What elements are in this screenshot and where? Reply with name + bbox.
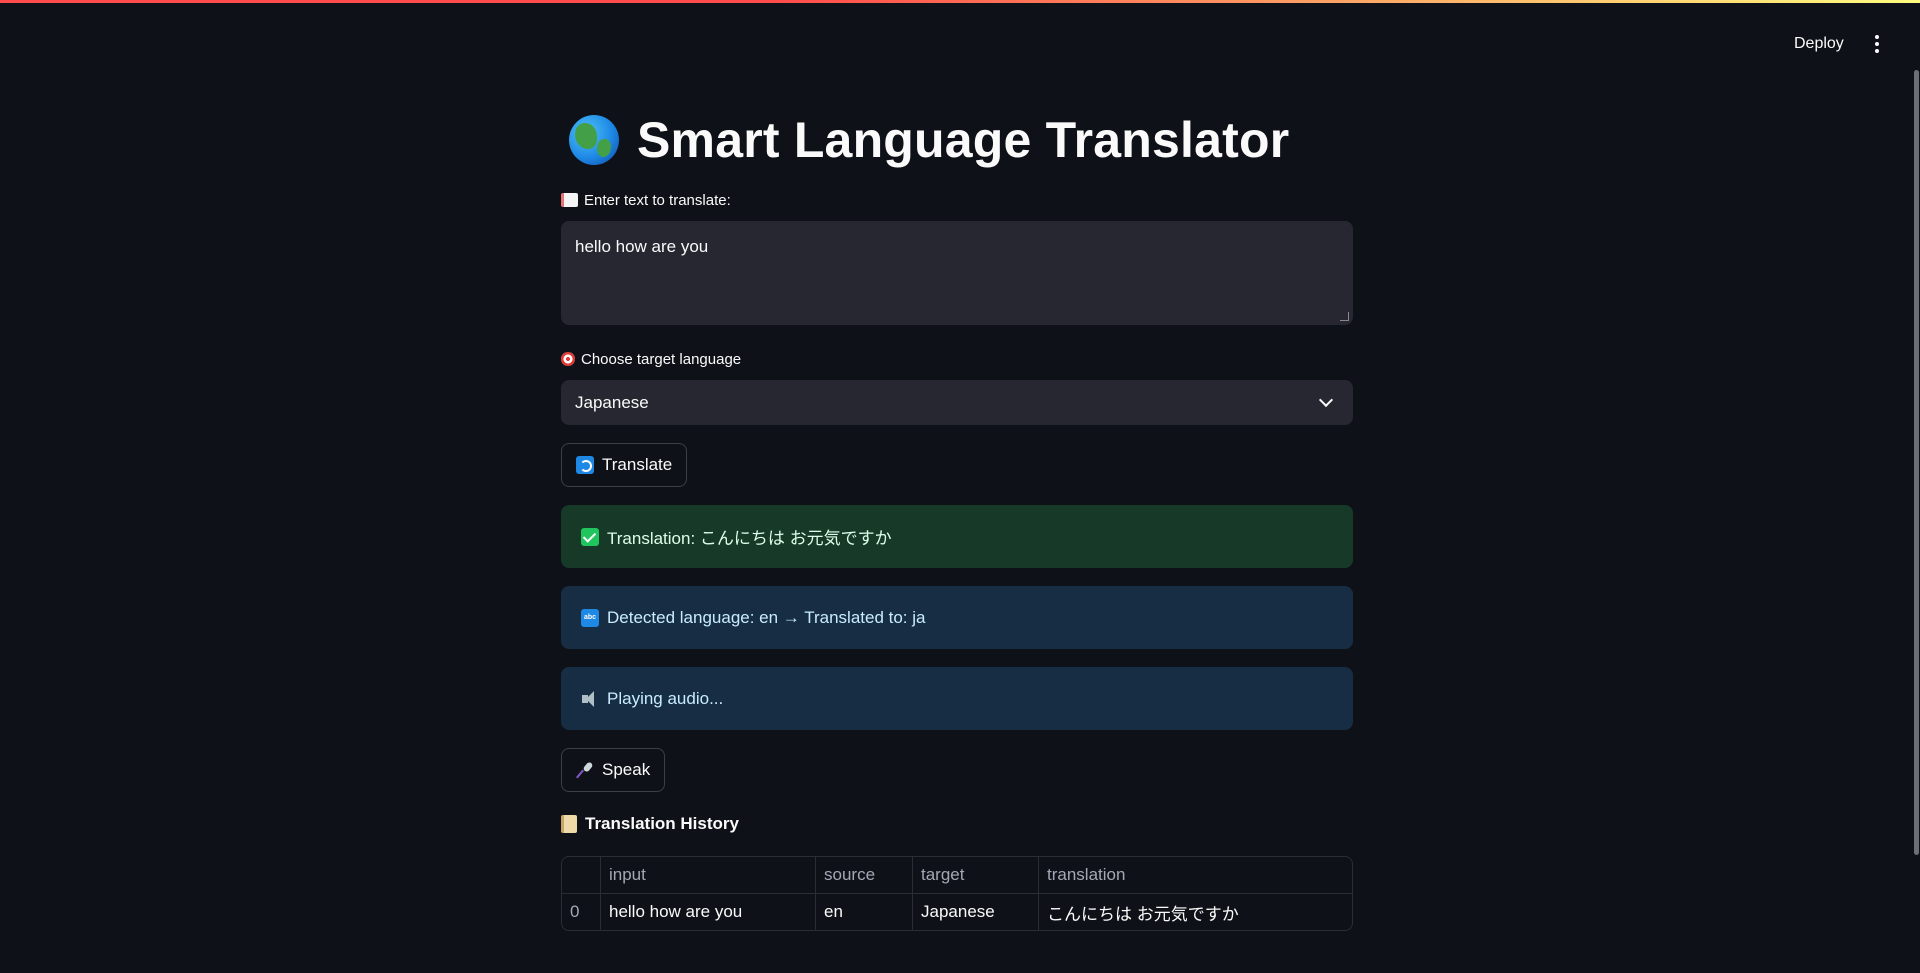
refresh-icon — [576, 456, 594, 474]
language-select[interactable]: Japanese — [561, 380, 1353, 425]
speak-button-label: Speak — [602, 760, 651, 779]
speaker-icon — [581, 690, 599, 708]
language-label: Choose target language — [561, 349, 1353, 369]
column-header-target[interactable]: target — [913, 857, 1039, 894]
column-header-translation[interactable]: translation — [1039, 857, 1352, 894]
globe-icon — [569, 115, 619, 165]
cell-translation[interactable]: こんにちは お元気ですか — [1039, 894, 1352, 930]
translation-success-alert: Translation: こんにちは お元気ですか — [561, 505, 1353, 568]
speak-button[interactable]: Speak — [561, 748, 666, 792]
page-title-text: Smart Language Translator — [637, 112, 1290, 168]
check-icon — [581, 527, 599, 546]
cell-target[interactable]: Japanese — [913, 894, 1039, 930]
column-header-input[interactable]: input — [601, 857, 816, 894]
input-label-text: Enter text to translate: — [584, 191, 731, 209]
kebab-menu-icon[interactable] — [1864, 29, 1890, 59]
text-input-value: hello how are you — [575, 237, 709, 256]
microphone-icon — [576, 761, 594, 779]
abc-icon: abc — [581, 608, 599, 627]
memo-icon — [561, 193, 578, 207]
chevron-down-icon — [1318, 392, 1334, 408]
language-label-text: Choose target language — [581, 350, 742, 368]
cell-index: 0 — [562, 894, 601, 930]
column-header-index[interactable] — [562, 857, 601, 894]
audio-status-text: Playing audio... — [607, 688, 724, 708]
page-title: Smart Language Translator — [561, 100, 1353, 180]
cell-source[interactable]: en — [816, 894, 913, 930]
detected-language-alert: abc Detected language: en → Translated t… — [561, 586, 1353, 649]
table-header-row: input source target translation — [562, 857, 1352, 894]
main-content: Smart Language Translator Enter text to … — [561, 100, 1353, 931]
audio-status-alert: Playing audio... — [561, 667, 1353, 730]
history-heading: Translation History — [561, 812, 1353, 836]
history-heading-text: Translation History — [585, 814, 739, 833]
resize-handle-icon[interactable] — [1340, 312, 1349, 321]
deploy-button[interactable]: Deploy — [1784, 29, 1854, 59]
translate-button-label: Translate — [602, 455, 673, 474]
text-input[interactable]: hello how are you — [561, 221, 1353, 325]
app-header: Deploy — [0, 3, 1920, 80]
scrollbar[interactable] — [1914, 70, 1919, 855]
translate-button[interactable]: Translate — [561, 443, 688, 487]
translation-result-text: Translation: こんにちは お元気ですか — [607, 529, 892, 548]
language-select-value: Japanese — [575, 392, 649, 412]
scroll-icon — [561, 815, 577, 833]
detected-language-text: Detected language: en → Translated to: j… — [607, 607, 926, 627]
column-header-source[interactable]: source — [816, 857, 913, 894]
input-label: Enter text to translate: — [561, 190, 1353, 210]
cell-input[interactable]: hello how are you — [601, 894, 816, 930]
history-table[interactable]: input source target translation 0 hello … — [561, 856, 1353, 931]
target-icon — [561, 352, 575, 366]
table-row[interactable]: 0 hello how are you en Japanese こんにちは お元… — [562, 894, 1352, 930]
